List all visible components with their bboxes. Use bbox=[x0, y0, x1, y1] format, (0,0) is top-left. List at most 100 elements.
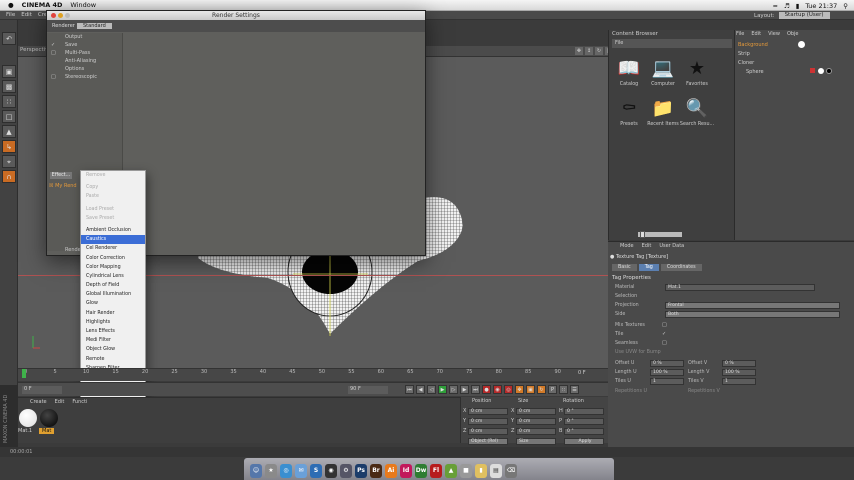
material-name-1[interactable]: Mat.1 bbox=[18, 428, 32, 434]
object-row-strip[interactable]: Strip bbox=[738, 50, 750, 58]
bridge-icon[interactable]: Br bbox=[370, 464, 382, 478]
enable-axis-icon[interactable]: ↳ bbox=[2, 140, 16, 153]
menu-item-cylindrical-lens[interactable]: Cylindrical Lens bbox=[81, 272, 145, 281]
pos-y-field[interactable]: 0 cm bbox=[468, 418, 508, 425]
menu-item-highlights[interactable]: Highlights bbox=[81, 318, 145, 327]
zoom-window-icon[interactable] bbox=[65, 13, 70, 18]
attr-menu-userdata[interactable]: User Data bbox=[659, 243, 684, 249]
go-start-icon[interactable]: ⏮ bbox=[405, 385, 414, 394]
size-x-field[interactable]: 0 cm bbox=[516, 408, 556, 415]
render-setting-button[interactable]: Rende bbox=[65, 247, 81, 253]
menu-item-lens-effects[interactable]: Lens Effects bbox=[81, 327, 145, 336]
rot-p-field[interactable]: 0 ° bbox=[564, 418, 604, 425]
attr-menu-edit[interactable]: Edit bbox=[642, 243, 652, 249]
effect-button[interactable]: Effect... bbox=[50, 172, 72, 179]
menu-item-remote[interactable]: Remote bbox=[81, 355, 145, 364]
content-browser-toolbar[interactable]: File bbox=[612, 39, 732, 48]
points-mode-icon[interactable]: ∷ bbox=[2, 95, 16, 108]
next-frame-icon[interactable]: ▷ bbox=[449, 385, 458, 394]
launchpad-icon[interactable]: ★ bbox=[265, 464, 277, 478]
tiles-v-field[interactable]: 1 bbox=[722, 378, 756, 385]
om-menu-view[interactable]: View bbox=[768, 31, 780, 37]
presets-item[interactable]: ⚰ Presets bbox=[610, 96, 648, 136]
menu-edit[interactable]: Edit bbox=[21, 12, 32, 18]
mail-icon[interactable]: ✉ bbox=[295, 464, 307, 478]
material-tag-icon-3[interactable] bbox=[826, 68, 832, 74]
texture-tag-icon[interactable] bbox=[810, 68, 815, 73]
end-frame-field[interactable]: 90 F bbox=[348, 386, 388, 394]
menu-item-color-mapping[interactable]: Color Mapping bbox=[81, 263, 145, 272]
size-y-field[interactable]: 0 cm bbox=[516, 418, 556, 425]
rs-item-multipass[interactable]: □ Multi-Pass bbox=[47, 49, 122, 57]
tab-tag[interactable]: Tag bbox=[638, 264, 659, 271]
rs-item-output[interactable]: Output bbox=[47, 33, 122, 41]
check-box-icon[interactable]: □ bbox=[51, 73, 56, 81]
record-icon[interactable]: ● bbox=[482, 385, 491, 394]
pos-x-field[interactable]: 0 cm bbox=[468, 408, 508, 415]
skype-icon[interactable]: S bbox=[310, 464, 322, 478]
model-mode-icon[interactable]: ▣ bbox=[2, 65, 16, 78]
polygons-mode-icon[interactable]: ▲ bbox=[2, 125, 16, 138]
length-v-field[interactable]: 100 % bbox=[722, 369, 756, 376]
menu-item-object-glow[interactable]: Object Glow bbox=[81, 345, 145, 354]
menu-function[interactable]: Functi bbox=[72, 399, 87, 405]
length-u-field[interactable]: 100 % bbox=[650, 369, 684, 376]
rs-item-antialiasing[interactable]: Anti-Aliasing bbox=[47, 57, 122, 65]
rot-b-field[interactable]: 0 ° bbox=[564, 428, 604, 435]
computer-item[interactable]: 💻 Computer bbox=[644, 56, 682, 96]
play-icon[interactable]: ▶ bbox=[438, 385, 447, 394]
menu-item-median-filter[interactable]: Medi Filter bbox=[81, 336, 145, 345]
catalog-item[interactable]: 📖 Catalog bbox=[610, 56, 648, 96]
timeline-menu-icon[interactable]: ☰ bbox=[570, 385, 579, 394]
mix-checkbox[interactable]: □ bbox=[662, 322, 667, 328]
tweak-mode-icon[interactable]: ⌖ bbox=[2, 155, 16, 168]
material-name-2[interactable]: Mat bbox=[39, 428, 55, 434]
app-icon-grey[interactable]: ■ bbox=[460, 464, 472, 478]
offset-u-field[interactable]: 0 % bbox=[650, 360, 684, 367]
content-browser-zoom-slider[interactable] bbox=[612, 231, 732, 238]
move-view-icon[interactable]: ✥ bbox=[575, 47, 583, 55]
menu-item-depth-of-field[interactable]: Depth of Field bbox=[81, 281, 145, 290]
documents-icon[interactable]: ▤ bbox=[490, 464, 502, 478]
menu-create[interactable]: Create bbox=[30, 399, 47, 405]
rs-item-save[interactable]: ✓ Save bbox=[47, 41, 122, 49]
finder-icon[interactable]: ☺ bbox=[250, 464, 262, 478]
check-box-icon[interactable]: □ bbox=[51, 49, 56, 57]
pos-z-field[interactable]: 0 cm bbox=[468, 428, 508, 435]
volume-icon[interactable]: ♬ bbox=[784, 2, 790, 10]
close-window-icon[interactable] bbox=[51, 13, 56, 18]
tile-checkbox[interactable]: ✓ bbox=[662, 331, 666, 337]
object-row-sphere[interactable]: Sphere bbox=[746, 68, 764, 76]
playhead[interactable] bbox=[22, 369, 26, 378]
apply-button[interactable]: Apply bbox=[564, 438, 604, 445]
menu-edit[interactable]: Edit bbox=[55, 399, 65, 405]
object-row-cloner[interactable]: Cloner bbox=[738, 59, 754, 67]
om-menu-file[interactable]: File bbox=[736, 31, 744, 37]
indesign-icon[interactable]: Id bbox=[400, 464, 412, 478]
window-menu[interactable]: Window bbox=[70, 1, 96, 9]
folder-stack-icon[interactable]: ▮ bbox=[475, 464, 487, 478]
menu-file[interactable]: File bbox=[6, 12, 15, 18]
material-swatch-black[interactable] bbox=[40, 409, 58, 427]
recent-items-item[interactable]: 📁 Recent Items bbox=[644, 96, 682, 136]
attr-menu-mode[interactable]: Mode bbox=[620, 243, 634, 249]
size-z-field[interactable]: 0 cm bbox=[516, 428, 556, 435]
flash-icon[interactable]: Fl bbox=[430, 464, 442, 478]
renderer-dropdown[interactable]: Standard bbox=[77, 23, 112, 29]
search-icon[interactable]: ⚲ bbox=[843, 2, 848, 10]
prev-key-icon[interactable]: ◀ bbox=[416, 385, 425, 394]
material-swatch-white[interactable] bbox=[19, 409, 37, 427]
next-key-icon[interactable]: ▶ bbox=[460, 385, 469, 394]
clock[interactable]: Tue 21:37 bbox=[805, 2, 837, 10]
check-icon[interactable]: ✓ bbox=[51, 41, 55, 49]
menu-item-hair-render[interactable]: Hair Render bbox=[81, 309, 145, 318]
apple-icon[interactable]: ● bbox=[8, 1, 14, 9]
prev-frame-icon[interactable]: ◁ bbox=[427, 385, 436, 394]
minimize-window-icon[interactable] bbox=[58, 13, 63, 18]
seamless-checkbox[interactable]: □ bbox=[662, 340, 667, 346]
side-dropdown[interactable]: Both bbox=[665, 311, 840, 318]
magnet-icon[interactable]: ∩ bbox=[2, 170, 16, 183]
trash-icon[interactable]: ⌫ bbox=[505, 464, 517, 478]
menu-item-cel-renderer[interactable]: Cel Renderer bbox=[81, 244, 145, 253]
safari-icon[interactable]: ◎ bbox=[280, 464, 292, 478]
